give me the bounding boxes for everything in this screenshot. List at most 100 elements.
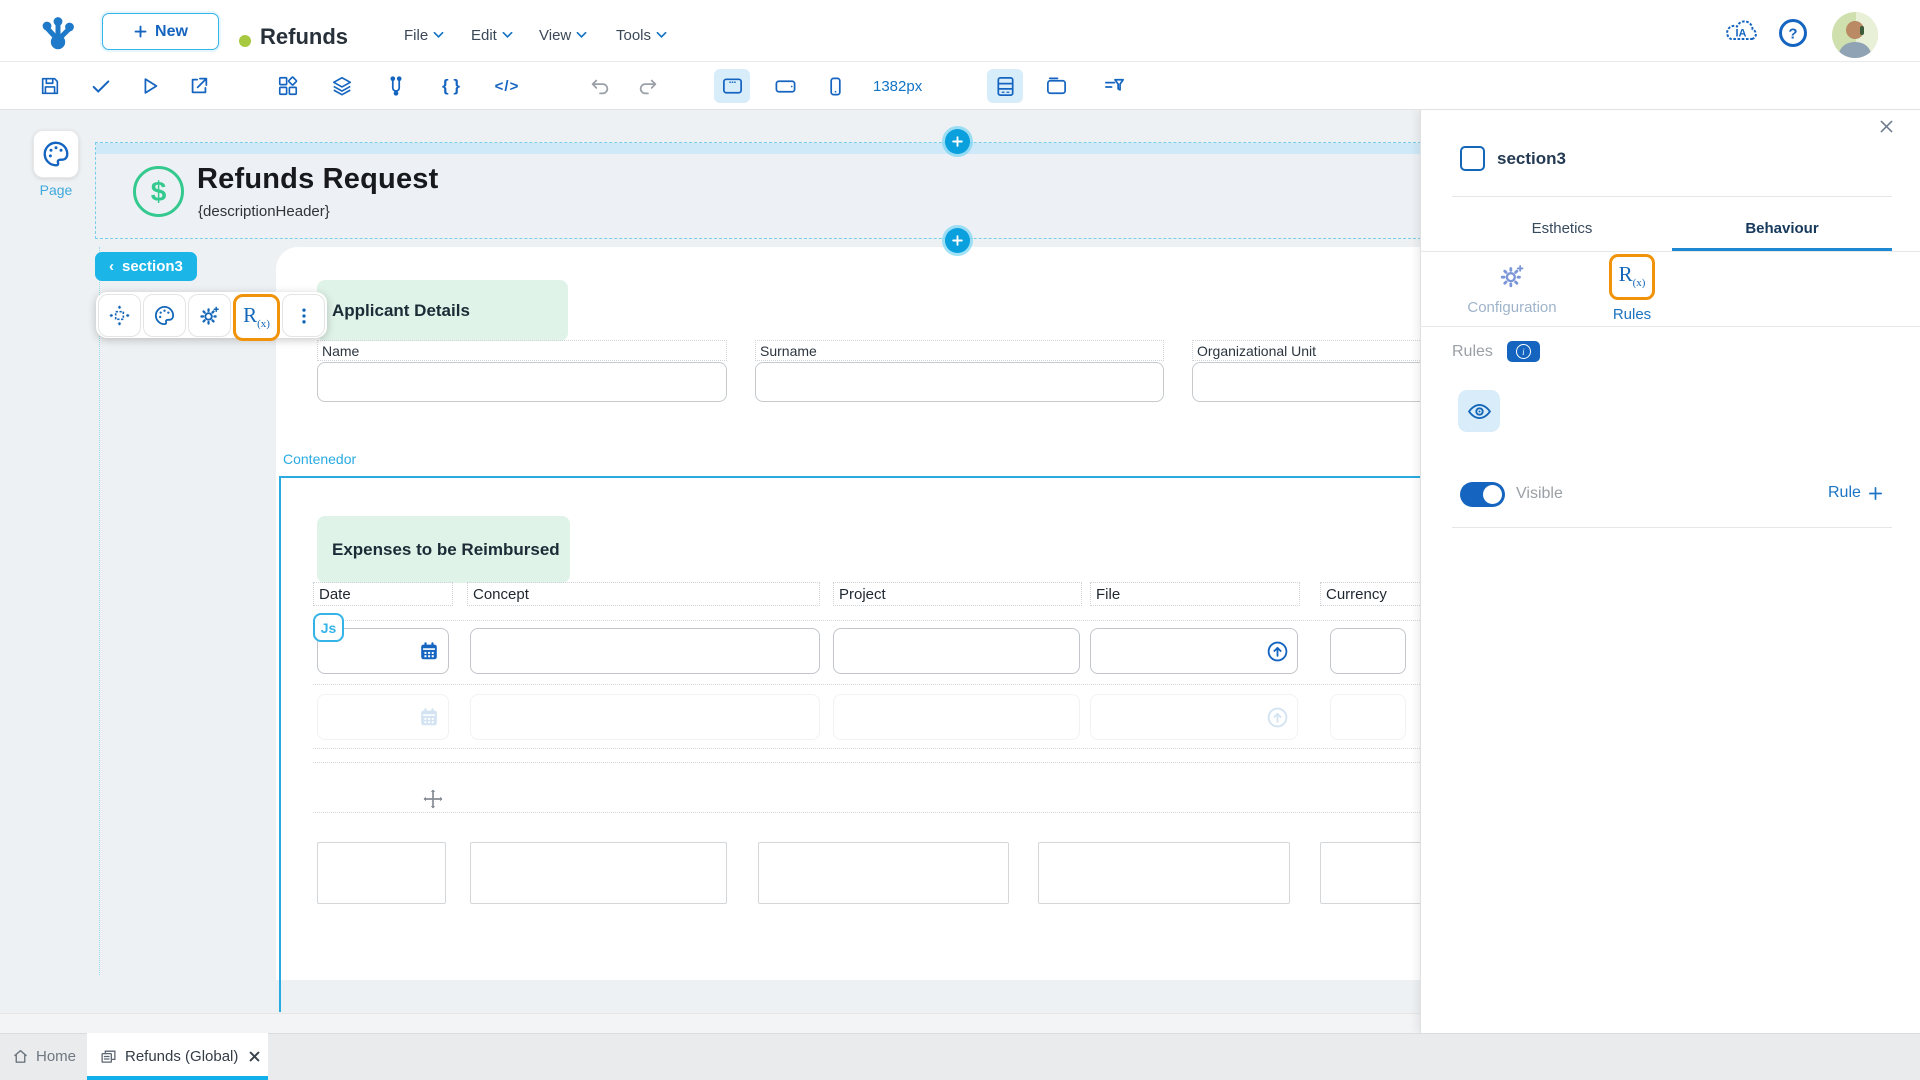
panel-title: section3 (1497, 149, 1566, 169)
date-cell-input-ghost[interactable] (317, 694, 449, 740)
validate-button[interactable] (83, 69, 119, 103)
rules-rx-icon: R(x) (243, 305, 270, 330)
chevron-down-icon (576, 31, 587, 39)
user-avatar[interactable] (1832, 12, 1878, 58)
data-braces-button[interactable]: { } (433, 69, 469, 103)
redo-button[interactable] (630, 69, 666, 103)
menu-view[interactable]: View (539, 24, 587, 46)
new-button[interactable]: New (102, 13, 219, 50)
tab-esthetics[interactable]: Esthetics (1452, 205, 1672, 251)
expenses-group[interactable]: Expenses to be Reimbursed (317, 516, 570, 583)
file-cell-input[interactable] (1090, 628, 1298, 674)
form-header-component[interactable]: $ Refunds Request {descriptionHeader} (95, 142, 1426, 239)
column-header-file[interactable]: File (1090, 582, 1300, 606)
browser-frame-button[interactable] (1038, 69, 1074, 103)
menu-edit[interactable]: Edit (471, 24, 513, 46)
section-type-icon[interactable] (1460, 146, 1485, 171)
js-rule-badge[interactable]: Js (313, 613, 344, 642)
section-breadcrumb-badge[interactable]: ‹ section3 (95, 252, 197, 281)
undo-icon (589, 75, 611, 97)
organizational-unit-input[interactable] (1192, 362, 1430, 402)
panel-divider (1420, 251, 1920, 252)
menu-file[interactable]: File (404, 24, 444, 46)
footer-placeholder-cell[interactable] (1320, 842, 1430, 904)
save-button[interactable] (32, 69, 68, 103)
tablet-view-button[interactable] (767, 69, 803, 103)
menu-edit-label: Edit (471, 27, 497, 44)
logo-icon (38, 15, 78, 51)
move-section-button[interactable] (98, 294, 141, 337)
kebab-menu-icon (294, 306, 314, 326)
project-cell-input[interactable] (833, 628, 1080, 674)
rules-section-header: Rules i (1452, 341, 1540, 362)
connections-button[interactable] (378, 69, 414, 103)
applicant-details-group[interactable]: Applicant Details (317, 280, 568, 341)
column-header-concept[interactable]: Concept (467, 582, 820, 606)
menu-tools[interactable]: Tools (616, 24, 667, 46)
panel-close-button[interactable] (1874, 114, 1898, 138)
column-header-project[interactable]: Project (833, 582, 1082, 606)
rules-section-button[interactable]: R(x) (233, 294, 280, 341)
add-component-handle-bottom[interactable] (945, 228, 970, 253)
tab-refunds-global[interactable]: Refunds (Global) (87, 1033, 268, 1080)
tab-close-icon[interactable] (248, 1050, 261, 1063)
row-separator (313, 812, 1430, 813)
tab-esthetics-label: Esthetics (1532, 220, 1593, 237)
tool-rules[interactable]: R(x) Rules (1598, 254, 1666, 323)
more-options-button[interactable] (282, 294, 325, 337)
dollar-icon: $ (133, 166, 184, 217)
app-logo[interactable] (36, 14, 80, 52)
desktop-view-button[interactable] (714, 69, 750, 103)
run-preview-button[interactable] (132, 69, 168, 103)
currency-cell-input-ghost[interactable] (1330, 694, 1406, 740)
footer-placeholder-cell[interactable] (758, 842, 1009, 904)
visible-toggle[interactable] (1460, 482, 1505, 507)
svg-text:IA: IA (1736, 28, 1747, 40)
concept-cell-input[interactable] (470, 628, 820, 674)
surname-input[interactable] (755, 362, 1164, 402)
mobile-view-button[interactable] (817, 69, 853, 103)
field-label-name[interactable]: Name (317, 340, 727, 361)
close-icon (1878, 118, 1895, 135)
desktop-icon (721, 75, 744, 98)
properties-panel-button[interactable] (987, 69, 1023, 103)
publish-button[interactable] (181, 69, 217, 103)
tab-behaviour[interactable]: Behaviour (1672, 205, 1892, 251)
section-guide-line (99, 247, 100, 975)
name-input[interactable] (317, 362, 727, 402)
footer-placeholder-cell[interactable] (470, 842, 727, 904)
tab-home[interactable]: Home (0, 1033, 87, 1080)
horizontal-scrollbar[interactable] (0, 1013, 1420, 1033)
configuration-section-button[interactable] (188, 294, 231, 337)
filter-button[interactable] (1096, 69, 1132, 103)
esthetics-section-button[interactable] (143, 294, 186, 337)
flow-icon (385, 75, 407, 97)
column-header-date[interactable]: Date (313, 582, 453, 606)
undo-button[interactable] (582, 69, 618, 103)
concept-cell-input-ghost[interactable] (470, 694, 820, 740)
source-code-button[interactable]: </> (489, 69, 525, 103)
page-title: Refunds (260, 24, 348, 50)
column-header-currency[interactable]: Currency (1320, 582, 1430, 606)
visibility-rule-button[interactable] (1458, 390, 1500, 432)
field-label-surname[interactable]: Surname (755, 340, 1164, 361)
menu-view-label: View (539, 27, 571, 44)
help-button[interactable]: ? (1778, 18, 1808, 48)
footer-placeholder-cell[interactable] (317, 842, 446, 904)
page-palette-button[interactable] (33, 130, 79, 178)
footer-placeholder-cell[interactable] (1038, 842, 1290, 904)
rules-info-badge[interactable]: i (1507, 341, 1540, 362)
ai-assistant-button[interactable]: IA (1722, 16, 1760, 48)
project-cell-input-ghost[interactable] (833, 694, 1080, 740)
components-button[interactable] (270, 69, 306, 103)
add-rule-button[interactable]: Rule (1828, 484, 1884, 502)
layers-button[interactable] (324, 69, 360, 103)
panel-divider (1420, 326, 1920, 327)
field-label-organizational-unit[interactable]: Organizational Unit (1192, 340, 1430, 361)
drag-move-cursor[interactable] (421, 787, 445, 811)
tool-configuration[interactable]: Configuration (1452, 262, 1572, 316)
currency-cell-input[interactable] (1330, 628, 1406, 674)
file-cell-input-ghost[interactable] (1090, 694, 1298, 740)
add-component-handle-top[interactable] (945, 129, 970, 154)
badge-label: section3 (122, 258, 183, 275)
